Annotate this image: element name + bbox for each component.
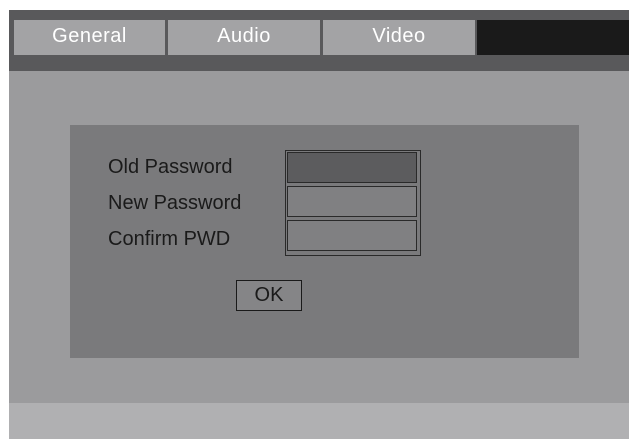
old-password-field[interactable] <box>287 152 417 183</box>
confirm-pwd-label: Confirm PWD <box>108 228 231 250</box>
tab-general[interactable]: General <box>14 20 165 55</box>
content-area: Old Password New Password Confirm PWD OK <box>9 71 629 403</box>
tab-bar: General Audio Video <box>9 10 629 71</box>
settings-screen: General Audio Video Old Password New Pas… <box>9 10 629 439</box>
tab-password-selected[interactable] <box>477 20 629 55</box>
password-dialog: Old Password New Password Confirm PWD OK <box>70 125 579 358</box>
password-fields <box>285 150 421 256</box>
tab-audio[interactable]: Audio <box>168 20 320 55</box>
confirm-pwd-field[interactable] <box>287 220 417 251</box>
tab-video[interactable]: Video <box>323 20 475 55</box>
new-password-label: New Password <box>108 192 242 214</box>
bottom-bar <box>9 403 629 439</box>
old-password-label: Old Password <box>108 156 233 178</box>
ok-button[interactable]: OK <box>236 280 302 311</box>
new-password-field[interactable] <box>287 186 417 217</box>
